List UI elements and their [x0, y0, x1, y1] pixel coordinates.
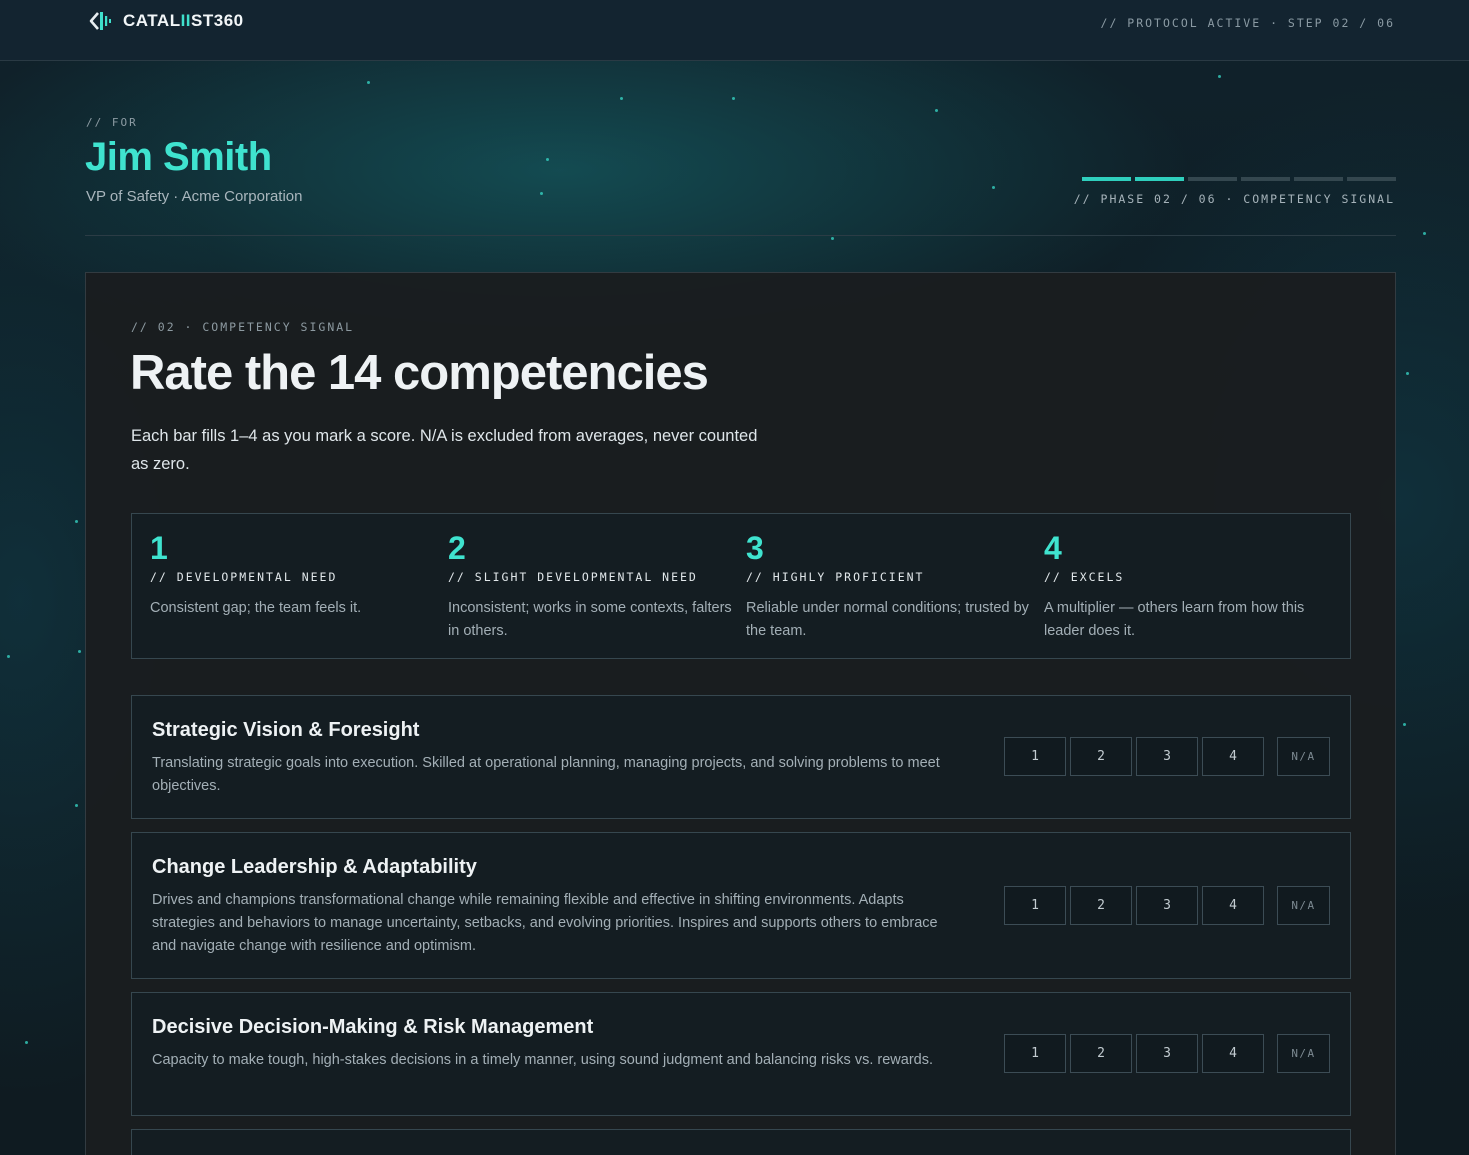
scale-item-3: 3 // HIGHLY PROFICIENT Reliable under no… — [728, 514, 1029, 658]
particle — [75, 520, 78, 523]
rating-button-3[interactable]: 3 — [1136, 1034, 1198, 1073]
rating-button-na[interactable]: N/A — [1277, 1034, 1330, 1073]
rating-buttons: 1 2 3 4 N/A — [1004, 886, 1330, 925]
page-title: Rate the 14 competencies — [130, 346, 709, 400]
rating-buttons: 1 2 3 4 N/A — [1004, 737, 1330, 776]
rating-button-1[interactable]: 1 — [1004, 1034, 1066, 1073]
brand-logo[interactable]: CATALIIST360 — [89, 10, 244, 32]
scale-number: 2 — [448, 530, 466, 566]
protocol-status: // PROTOCOL ACTIVE · STEP 02 / 06 — [1100, 16, 1395, 30]
competency-card: Change Leadership & Adaptability Drives … — [131, 832, 1351, 979]
progress-segment — [1241, 177, 1290, 181]
scale-number: 3 — [746, 530, 764, 566]
scale-description: Reliable under normal conditions; truste… — [746, 600, 1029, 639]
competency-description: Translating strategic goals into executi… — [152, 755, 940, 794]
rating-button-3[interactable]: 3 — [1136, 737, 1198, 776]
scale-description: Consistent gap; the team feels it. — [150, 600, 362, 616]
header-divider — [85, 235, 1396, 236]
rating-button-na[interactable]: N/A — [1277, 737, 1330, 776]
scale-item-4: 4 // EXCELS A multiplier — others learn … — [1026, 514, 1324, 658]
competency-card: Strategic Vision & Foresight Translating… — [131, 695, 1351, 819]
brand-mark-icon — [89, 12, 111, 30]
competency-title: Change Leadership & Adaptability — [152, 856, 477, 878]
rating-scale-legend: 1 // DEVELOPMENTAL NEED Consistent gap; … — [131, 513, 1351, 659]
particle — [935, 109, 938, 112]
rating-button-4[interactable]: 4 — [1202, 1034, 1264, 1073]
particle — [7, 655, 10, 658]
particle — [78, 650, 81, 653]
particle — [25, 1041, 28, 1044]
subject-role: VP of Safety · Acme Corporation — [86, 188, 303, 205]
scale-item-1: 1 // DEVELOPMENTAL NEED Consistent gap; … — [132, 514, 430, 658]
brand-name: CATALIIST360 — [123, 11, 244, 30]
top-bar: CATALIIST360 // PROTOCOL ACTIVE · STEP 0… — [0, 0, 1469, 61]
intro-text: Each bar fills 1–4 as you mark a score. … — [131, 427, 758, 473]
competency-card — [131, 1129, 1351, 1155]
particle — [1423, 232, 1426, 235]
competency-description: Drives and champions transformational ch… — [152, 892, 938, 954]
scale-description: Inconsistent; works in some contexts, fa… — [448, 600, 732, 639]
progress-segment — [1082, 177, 1131, 181]
particle — [1403, 723, 1406, 726]
particle — [1218, 75, 1221, 78]
rating-button-2[interactable]: 2 — [1070, 1034, 1132, 1073]
progress-segment — [1294, 177, 1343, 181]
competency-card: Decisive Decision-Making & Risk Manageme… — [131, 992, 1351, 1116]
rating-buttons: 1 2 3 4 N/A — [1004, 1034, 1330, 1073]
scale-description: A multiplier — others learn from how thi… — [1044, 600, 1305, 639]
scale-name: // EXCELS — [1044, 570, 1125, 584]
rating-button-4[interactable]: 4 — [1202, 886, 1264, 925]
rating-button-1[interactable]: 1 — [1004, 737, 1066, 776]
scale-item-2: 2 // SLIGHT DEVELOPMENTAL NEED Inconsist… — [430, 514, 732, 658]
scale-name: // DEVELOPMENTAL NEED — [150, 570, 338, 584]
particle — [1406, 372, 1409, 375]
particle — [732, 97, 735, 100]
section-label: // 02 · COMPETENCY SIGNAL — [131, 320, 355, 334]
particle — [831, 237, 834, 240]
scale-number: 1 — [150, 530, 168, 566]
competency-description: Capacity to make tough, high-stakes deci… — [152, 1052, 933, 1068]
progress-segment — [1135, 177, 1184, 181]
particle — [546, 158, 549, 161]
particle — [540, 192, 543, 195]
rating-button-3[interactable]: 3 — [1136, 886, 1198, 925]
subject-name: Jim Smith — [85, 135, 272, 179]
particle — [620, 97, 623, 100]
rating-button-4[interactable]: 4 — [1202, 737, 1264, 776]
for-label: // FOR — [86, 116, 138, 129]
scale-name: // SLIGHT DEVELOPMENTAL NEED — [448, 570, 698, 584]
phase-label: // PHASE 02 / 06 · COMPETENCY SIGNAL — [1073, 192, 1395, 206]
rating-button-2[interactable]: 2 — [1070, 886, 1132, 925]
scale-name: // HIGHLY PROFICIENT — [746, 570, 925, 584]
competency-title: Strategic Vision & Foresight — [152, 719, 420, 741]
competency-title: Decisive Decision-Making & Risk Manageme… — [152, 1016, 594, 1038]
rating-button-2[interactable]: 2 — [1070, 737, 1132, 776]
particle — [367, 81, 370, 84]
particle — [992, 186, 995, 189]
progress-segment — [1347, 177, 1396, 181]
progress-segment — [1188, 177, 1237, 181]
particle — [75, 804, 78, 807]
competency-panel: // 02 · COMPETENCY SIGNAL Rate the 14 co… — [85, 272, 1396, 1155]
rating-button-na[interactable]: N/A — [1277, 886, 1330, 925]
phase-progress-bar — [1082, 177, 1396, 181]
rating-button-1[interactable]: 1 — [1004, 886, 1066, 925]
scale-number: 4 — [1044, 530, 1062, 566]
